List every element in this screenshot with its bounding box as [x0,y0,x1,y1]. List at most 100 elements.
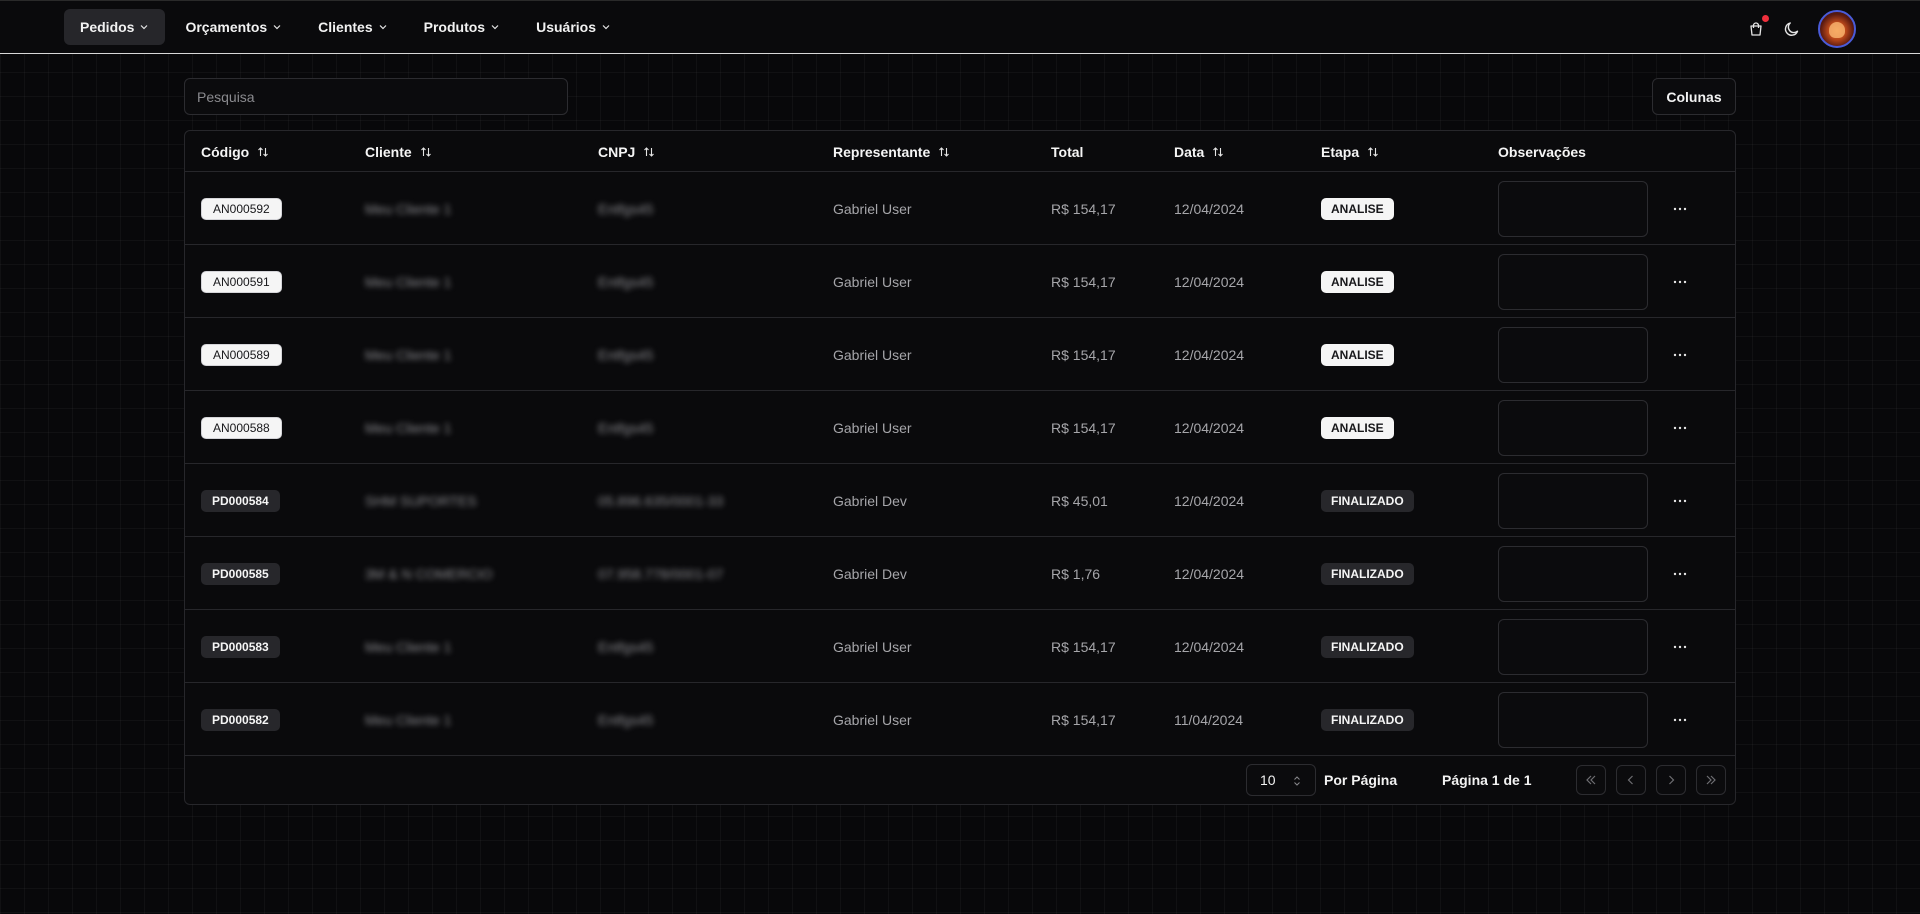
chevron-down-icon [273,25,281,30]
nav-item-pedidos[interactable]: Pedidos [64,9,166,45]
stage-badge: FINALIZADO [1321,562,1414,585]
row-actions-button[interactable] [1668,343,1692,367]
row-actions-button[interactable] [1668,270,1692,294]
nav-item-usuarios[interactable]: Usuários [520,9,627,45]
cart-icon [1750,22,1762,36]
observations-field[interactable] [1498,618,1648,675]
cell-total: R$ 154,17 [1051,610,1116,683]
cell-cliente: Meu Cliente 1 [365,172,451,245]
sort-icon[interactable] [1367,146,1379,158]
first-page-button[interactable] [1576,765,1606,795]
cell-actions [1668,245,1692,318]
search-input[interactable] [184,78,568,115]
cart-button[interactable] [1746,15,1769,39]
table-row[interactable]: PD000584 SHM SUPORTES 05.896.635/0001-33 Ga… [185,464,1735,537]
nav-item-label: Produtos [423,19,486,35]
cell-cliente: SHM SUPORTES [365,464,477,537]
sort-icon[interactable] [938,146,950,158]
sort-icon[interactable] [257,146,269,158]
order-total: R$ 154,17 [1051,273,1116,290]
header-observacoes: Observações [1498,131,1586,172]
per-page-select[interactable]: 10 [1246,764,1316,796]
table-row[interactable]: AN000592 Meu Cliente 1 Entfgs45 Gabriel Use… [185,172,1735,245]
table-row[interactable]: AN000588 Meu Cliente 1 Entfgs45 Gabriel Use… [185,391,1735,464]
notification-dot [1762,15,1769,22]
row-actions-button[interactable] [1668,416,1692,440]
client-cnpj: Entfgs45 [598,638,654,655]
observations-field[interactable] [1498,399,1648,456]
table-row[interactable]: AN000589 Meu Cliente 1 Entfgs45 Gabriel Use… [185,318,1735,391]
client-name: SHM SUPORTES [365,492,477,509]
columns-button[interactable]: Colunas [1652,78,1736,115]
observations-field[interactable] [1498,326,1648,383]
chevron-down-icon [141,25,148,30]
cell-data: 12/04/2024 [1174,245,1244,318]
observations-field[interactable] [1498,545,1648,602]
cell-representante: Gabriel User [833,172,912,245]
chevrons-left-icon [1586,775,1596,785]
cell-cliente: Meu Cliente 1 [365,683,451,756]
stage-badge: ANALISE [1321,343,1394,366]
representative-name: Gabriel User [833,419,912,436]
nav-item-label: Clientes [318,19,373,35]
cell-cnpj: Entfgs45 [598,610,653,683]
cell-observacoes [1498,464,1648,537]
order-code-badge[interactable]: PD000584 [201,489,280,512]
row-actions-button[interactable] [1668,197,1692,221]
table-row[interactable]: PD000583 Meu Cliente 1 Entfgs45 Gabriel Use… [185,610,1735,683]
observations-field[interactable] [1498,472,1648,529]
prev-page-button[interactable] [1616,765,1646,795]
header-label: Total [1051,143,1084,160]
header-cnpj: CNPJ [598,131,655,172]
order-code-badge[interactable]: AN000588 [201,416,282,439]
order-code-badge[interactable]: AN000589 [201,343,282,366]
observations-field[interactable] [1498,691,1648,748]
header-label: Cliente [365,143,412,160]
order-date: 11/04/2024 [1174,711,1244,728]
order-code-badge[interactable]: PD000583 [201,635,280,658]
more-horizontal-icon [1673,353,1687,356]
cell-representante: Gabriel User [833,610,912,683]
orders-table: Código Cliente CNPJ Representante Total … [184,130,1736,805]
order-code-badge[interactable]: AN000592 [201,197,282,220]
table-row[interactable]: PD000585 3M & N COMERCIO 07.958.778/0001-0… [185,537,1735,610]
chevron-up-down-icon [1294,776,1300,786]
cell-cnpj: Entfgs45 [598,683,653,756]
row-actions-button[interactable] [1668,489,1692,513]
client-cnpj: 05.896.635/0001-33 [598,492,724,509]
more-horizontal-icon [1673,426,1687,429]
row-actions-button[interactable] [1668,708,1692,732]
order-code-badge[interactable]: PD000585 [201,562,280,585]
cell-actions [1668,172,1692,245]
order-total: R$ 154,17 [1051,638,1116,655]
row-actions-button[interactable] [1668,635,1692,659]
next-page-button[interactable] [1656,765,1686,795]
sort-icon[interactable] [420,146,432,158]
client-name: Meu Cliente 1 [365,711,452,728]
order-date: 12/04/2024 [1174,638,1245,655]
order-code-badge[interactable]: PD000582 [201,708,280,731]
observations-field[interactable] [1498,253,1648,310]
header-etapa: Etapa [1321,131,1379,172]
row-actions-button[interactable] [1668,562,1692,586]
cell-etapa: FINALIZADO [1321,537,1414,610]
sort-icon[interactable] [643,146,655,158]
chevron-left-icon [1627,775,1633,785]
theme-toggle-button[interactable] [1782,19,1802,39]
stage-badge: ANALISE [1321,197,1394,220]
order-code-badge[interactable]: AN000591 [201,270,282,293]
sort-icon[interactable] [1212,146,1224,158]
observations-field[interactable] [1498,180,1648,237]
table-row[interactable]: AN000591 Meu Cliente 1 Entfgs45 Gabriel Use… [185,245,1735,318]
last-page-button[interactable] [1696,765,1726,795]
page-indicator: Página 1 de 1 [1442,772,1532,788]
cell-cnpj: 05.896.635/0001-33 [598,464,723,537]
header-total: Total [1051,131,1083,172]
nav-item-produtos[interactable]: Produtos [408,9,516,45]
stage-badge: FINALIZADO [1321,635,1414,658]
table-row[interactable]: PD000582 Meu Cliente 1 Entfgs45 Gabriel Use… [185,683,1735,756]
user-avatar[interactable] [1818,10,1856,48]
nav-item-clientes[interactable]: Clientes [302,9,403,45]
nav-item-orcamentos[interactable]: Orçamentos [169,9,298,45]
cell-etapa: FINALIZADO [1321,464,1414,537]
